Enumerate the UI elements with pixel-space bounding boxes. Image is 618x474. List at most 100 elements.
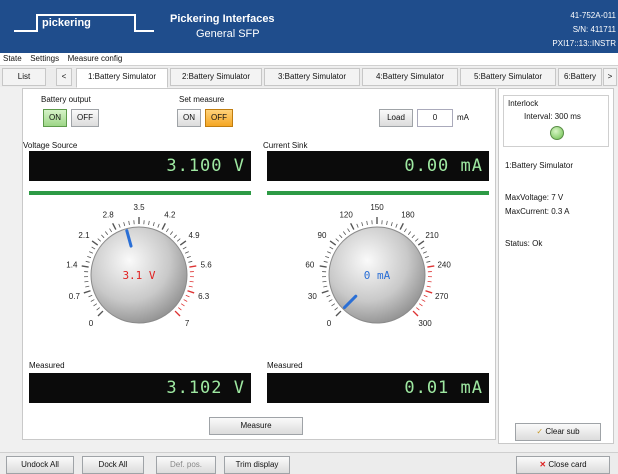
current-tick — [342, 231, 347, 235]
dock-all-button[interactable]: Dock All — [82, 456, 144, 474]
voltage-tick — [183, 299, 188, 302]
voltage-tick — [188, 260, 193, 263]
battery-off-button[interactable]: OFF — [71, 109, 99, 127]
current-dial[interactable]: 0 30 60 90 120 150 180 210 240 270 300 0 mA — [289, 197, 465, 357]
app-header: pickering Pickering Interfaces General S… — [0, 0, 618, 53]
current-tick — [426, 260, 431, 263]
pickering-logo: pickering — [14, 12, 154, 34]
battery-simulator-panel: Battery output ON OFF Set measure ON OFF… — [22, 88, 496, 440]
tab-battery-simulator-1[interactable]: 1:Battery Simulator — [76, 68, 168, 88]
current-tick-label: 240 — [437, 260, 451, 269]
close-icon: ✕ — [539, 460, 547, 469]
current-tick — [331, 303, 336, 307]
trim-display-button[interactable]: Trim display — [224, 456, 290, 474]
interlock-interval: Interval: 300 ms — [524, 112, 581, 121]
voltage-tick — [85, 285, 90, 288]
current-tick — [412, 310, 419, 317]
voltage-tick — [88, 294, 93, 298]
voltage-dial[interactable]: 0 0.7 1.4 2.1 2.8 3.5 4.2 4.9 5.6 6.3 7 3.1 V — [51, 197, 227, 357]
voltage-tick — [178, 307, 182, 311]
voltage-tick — [104, 231, 109, 235]
tab-battery-simulator-6[interactable]: 6:Battery — [558, 68, 602, 86]
current-tick — [319, 265, 327, 268]
voltage-tick — [91, 240, 99, 246]
voltage-tick — [185, 294, 190, 298]
clear-sub-button[interactable]: ✓ Clear sub — [515, 423, 601, 441]
current-tick — [339, 234, 343, 239]
load-input[interactable]: 0 — [417, 109, 453, 127]
close-card-button[interactable]: ✕ Close card — [516, 456, 610, 474]
battery-on-button[interactable]: ON — [43, 109, 67, 127]
menu-measure-config[interactable]: Measure config — [65, 53, 126, 64]
current-tick — [323, 285, 328, 288]
tab-battery-simulator-2[interactable]: 2:Battery Simulator — [170, 68, 262, 86]
current-tick — [418, 303, 423, 307]
voltage-tick — [180, 303, 185, 307]
current-dial-svg[interactable]: 0 30 60 90 120 150 180 210 240 270 300 0 mA — [289, 197, 465, 357]
voltage-tick — [112, 223, 117, 230]
current-tick-label: 120 — [339, 210, 353, 219]
tab-battery-simulator-3[interactable]: 3:Battery Simulator — [264, 68, 360, 86]
current-tick — [335, 310, 342, 317]
voltage-tick — [97, 310, 104, 317]
current-tick-label: 210 — [425, 231, 439, 240]
voltage-tick — [161, 223, 166, 230]
current-tick — [326, 294, 331, 298]
tab-scroll-right[interactable]: > — [603, 68, 617, 86]
tab-battery-simulator-5[interactable]: 5:Battery Simulator — [460, 68, 556, 86]
menu-state[interactable]: State — [0, 53, 25, 64]
current-tick — [426, 285, 431, 288]
current-indicator-bar — [267, 191, 489, 195]
voltage-tick-label: 3.5 — [133, 203, 145, 212]
voltage-tick — [173, 234, 177, 239]
measure-off-button[interactable]: OFF — [205, 109, 233, 127]
voltage-tick — [148, 220, 150, 225]
voltage-tick-label: 0.7 — [69, 292, 81, 301]
voltage-tick — [169, 231, 174, 235]
current-tick — [366, 220, 368, 225]
voltage-tick-label: 2.8 — [103, 210, 115, 219]
measure-on-button[interactable]: ON — [177, 109, 201, 127]
voltage-tick — [81, 265, 89, 268]
voltage-tick — [89, 251, 94, 254]
current-tick-label: 30 — [308, 292, 317, 301]
current-tick — [427, 265, 435, 268]
current-tick — [420, 246, 425, 250]
voltage-dial-svg[interactable]: 0 0.7 1.4 2.1 2.8 3.5 4.2 4.9 5.6 6.3 7 3.1 V — [51, 197, 227, 357]
voltage-tick — [96, 307, 100, 311]
status-label: Status: Ok — [505, 239, 543, 248]
voltage-tick — [174, 310, 181, 317]
def-pos-button[interactable]: Def. pos. — [156, 456, 216, 474]
voltage-tick — [182, 246, 187, 250]
current-tick-label: 180 — [401, 210, 415, 219]
max-current-label: MaxCurrent: 0.3 A — [505, 207, 570, 216]
undock-all-button[interactable]: Undock All — [6, 456, 74, 474]
voltage-tick — [165, 228, 169, 233]
current-tick — [417, 240, 425, 246]
voltage-tick — [128, 220, 130, 225]
current-tick — [328, 299, 333, 302]
tab-scroll-left[interactable]: < — [56, 68, 72, 86]
current-tick-label: 150 — [370, 203, 384, 212]
measure-button[interactable]: Measure — [209, 417, 303, 435]
current-tick — [407, 231, 412, 235]
current-measured-display: 0.01 mA — [267, 373, 489, 403]
interlock-group: Interlock Interval: 300 ms — [503, 95, 609, 147]
current-tick — [399, 223, 404, 230]
load-button[interactable]: Load — [379, 109, 413, 127]
current-tick — [322, 280, 327, 283]
current-tick-label: 60 — [305, 260, 314, 269]
voltage-dial-value: 3.1 V — [122, 269, 155, 282]
current-tick — [325, 255, 330, 259]
current-tick — [321, 290, 329, 294]
current-tick — [422, 251, 427, 254]
tab-battery-simulator-4[interactable]: 4:Battery Simulator — [362, 68, 458, 86]
menu-settings[interactable]: Settings — [27, 53, 62, 64]
card-info: 41-752A-011 S/N: 411711 PXI17::13::INSTR — [552, 9, 616, 51]
voltage-tick — [187, 290, 195, 294]
voltage-tick — [179, 240, 187, 246]
list-button[interactable]: List — [2, 68, 46, 86]
current-tick — [421, 299, 426, 302]
voltage-tick — [93, 303, 98, 307]
voltage-tick-label: 0 — [89, 319, 94, 328]
